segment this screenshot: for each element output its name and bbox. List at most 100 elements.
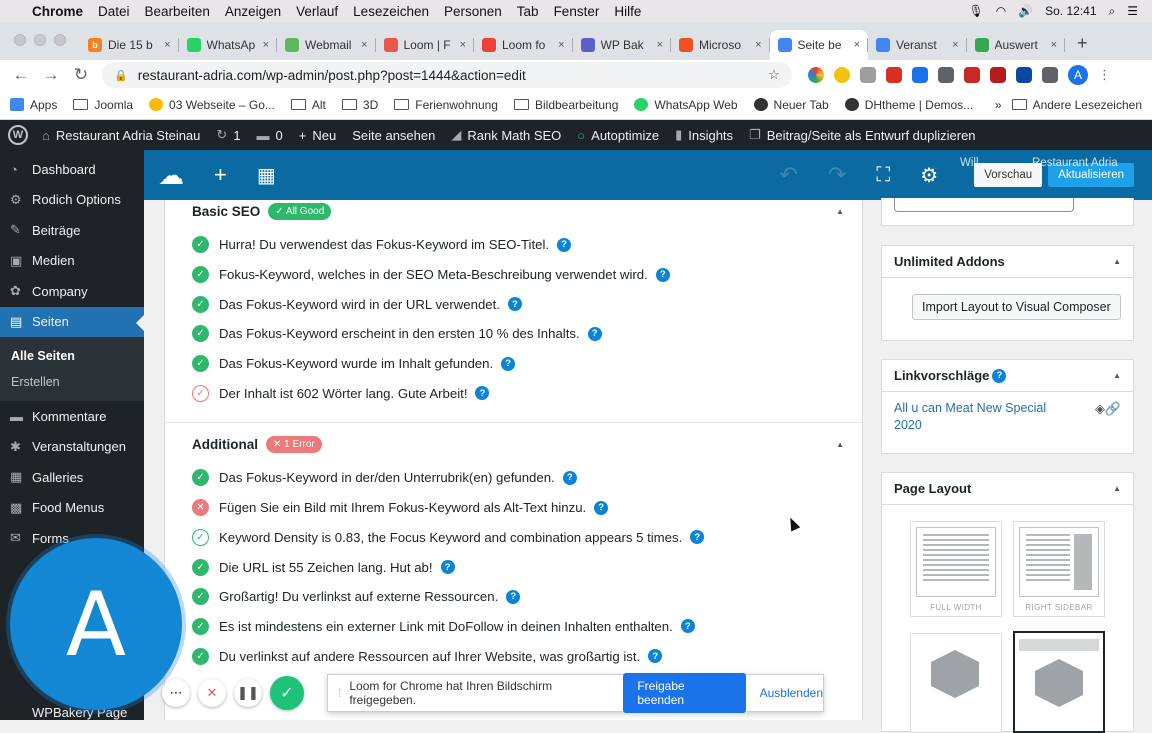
menu-list-icon[interactable]: ☰ — [1127, 4, 1138, 18]
tab-close-icon[interactable]: × — [657, 39, 663, 51]
sidebar-item-company[interactable]: ✿ Company — [0, 276, 144, 307]
stop-sharing-button[interactable]: Freigabe beenden — [623, 673, 746, 713]
adminbar-updates[interactable]: ↻ 1 — [216, 127, 240, 143]
collapse-caret-icon[interactable]: ▲ — [1113, 257, 1121, 266]
screen-extension-icon[interactable] — [912, 67, 928, 83]
help-icon[interactable]: ? — [594, 500, 609, 515]
record-extension-icon[interactable] — [964, 67, 980, 83]
sidebar-item-rodich-options[interactable]: ⚙ Rodich Options — [0, 185, 144, 216]
link-suggestion-item[interactable]: All u can Meat New Special 2020 — [894, 400, 1064, 434]
forward-button[interactable]: → — [36, 65, 66, 85]
help-icon[interactable]: ? — [507, 297, 522, 312]
color-extension-icon[interactable] — [808, 67, 824, 83]
tab-close-icon[interactable]: × — [854, 39, 860, 51]
sidebar-item-food-menus[interactable]: ▩ Food Menus — [0, 493, 144, 524]
adminbar-new[interactable]: + Neu — [299, 128, 336, 143]
browser-tab[interactable]: WP Bak × — [573, 30, 672, 60]
shield-extension-icon[interactable] — [860, 67, 876, 83]
other-bookmarks[interactable]: Andere Lesezeichen — [1011, 98, 1142, 112]
layout-right-sidebar[interactable]: RIGHT SIDEBAR — [1013, 521, 1105, 617]
collapse-caret-icon[interactable]: ▲ — [836, 440, 844, 449]
reload-button[interactable]: ↻ — [66, 65, 96, 85]
loom-more-icon[interactable]: ⋯ — [162, 679, 190, 707]
layout-option-3[interactable] — [910, 633, 1002, 733]
tab-close-icon[interactable]: × — [1051, 39, 1057, 51]
adminbar-insights[interactable]: ▮ Insights — [675, 127, 733, 143]
help-icon[interactable]: ? — [655, 267, 670, 282]
tab-close-icon[interactable]: × — [361, 39, 367, 51]
browser-tab[interactable]: Auswert × — [967, 30, 1066, 60]
browser-tab[interactable]: Loom fo × — [474, 30, 573, 60]
layout-full-width[interactable]: FULL WIDTH — [910, 521, 1002, 617]
browser-menu-icon[interactable]: ⋮ — [1098, 67, 1111, 83]
tab-close-icon[interactable]: × — [460, 39, 466, 51]
profile-avatar[interactable]: A — [1068, 65, 1088, 85]
section-basic-seo[interactable]: Basic SEO ✓ All Good ▲ — [165, 200, 862, 222]
collapse-caret-icon[interactable]: ▲ — [1113, 484, 1121, 493]
n-extension-icon[interactable] — [1016, 67, 1032, 83]
menu-5[interactable]: Personen — [444, 4, 502, 19]
menu-4[interactable]: Lesezeichen — [353, 4, 429, 19]
wifi-icon[interactable]: ◠ — [996, 4, 1006, 18]
browser-tab[interactable]: Seite be × — [769, 30, 868, 60]
loom-camera-bubble[interactable]: A — [10, 538, 182, 710]
adminbar-duplicate[interactable]: ❐ Beitrag/Seite als Entwurf duplizieren — [749, 127, 976, 143]
bookmark-item[interactable]: Joomla — [73, 98, 133, 112]
browser-tab[interactable]: Microso × — [671, 30, 770, 60]
zoom-window-button[interactable] — [54, 34, 66, 46]
sidebar-item-dashboard[interactable]: ◔ Dashboard — [0, 154, 144, 185]
bookmark-item[interactable]: Neuer Tab — [753, 98, 829, 112]
panel-header[interactable]: Linkvorschläge? ▲ — [882, 360, 1133, 392]
undo-icon[interactable]: ↶ — [779, 162, 797, 188]
help-icon[interactable]: ? — [506, 589, 521, 604]
adminbar-rankmath[interactable]: ◢ Rank Math SEO — [451, 127, 561, 143]
search-icon[interactable]: ⌕ — [1109, 4, 1116, 19]
back-button[interactable]: ← — [6, 65, 36, 85]
cloud-icon[interactable]: ☁ — [158, 160, 184, 191]
menu-6[interactable]: Tab — [517, 4, 539, 19]
close-window-button[interactable] — [14, 34, 26, 46]
menu-3[interactable]: Verlauf — [296, 4, 338, 19]
bookmark-item[interactable]: Ferienwohnung — [394, 98, 498, 112]
collapse-caret-icon[interactable]: ▲ — [1113, 371, 1121, 380]
puzzle-icon[interactable] — [1042, 67, 1058, 83]
bookmark-item[interactable]: 03 Webseite – Go... — [149, 98, 275, 112]
bookmark-item[interactable]: WhatsApp Web — [634, 98, 738, 112]
browser-tab[interactable]: Webmail × — [277, 30, 376, 60]
help-icon[interactable]: ? — [562, 470, 577, 485]
help-icon[interactable]: ? — [557, 237, 572, 252]
bookmark-item[interactable]: 3D — [341, 98, 378, 112]
import-layout-button[interactable]: Import Layout to Visual Composer — [912, 294, 1121, 320]
sidebar-item-beitr-ge[interactable]: ✎ Beiträge — [0, 215, 144, 246]
browser-tab[interactable]: b Die 15 b × — [80, 30, 179, 60]
layout-option-4[interactable] — [1013, 631, 1105, 733]
bookmark-item[interactable]: Bildbearbeitung — [513, 98, 618, 112]
collapse-caret-icon[interactable]: ▲ — [836, 207, 844, 216]
settings-gear-icon[interactable]: ⚙ — [920, 163, 938, 188]
volume-icon[interactable]: 🔊 — [1018, 4, 1033, 18]
tab-close-icon[interactable]: × — [755, 39, 761, 51]
browser-tab[interactable]: Loom | F × — [376, 30, 475, 60]
wordpress-logo-icon[interactable]: W — [8, 125, 28, 145]
new-tab-button[interactable]: + — [1065, 33, 1100, 60]
hide-button[interactable]: Ausblenden — [760, 686, 823, 700]
notes-extension-icon[interactable] — [990, 67, 1006, 83]
browser-tab[interactable]: WhatsAp × — [179, 30, 278, 60]
help-icon[interactable]: ? — [475, 386, 490, 401]
loom-pause-icon[interactable]: ❚❚ — [234, 679, 262, 707]
drag-handle-icon[interactable]: ⁞ — [338, 686, 341, 700]
submenu-all-pages[interactable]: Alle Seiten — [0, 343, 144, 369]
help-icon[interactable]: ? — [501, 356, 516, 371]
help-icon[interactable]: ? — [690, 530, 705, 545]
bookmark-item[interactable]: DHtheme | Demos... — [844, 98, 973, 112]
tab-close-icon[interactable]: × — [952, 39, 958, 51]
mic-icon[interactable]: 🎙 — [968, 4, 983, 18]
help-icon[interactable]: ? — [648, 649, 663, 664]
redo-icon[interactable]: ↷ — [828, 162, 846, 188]
select-box[interactable] — [894, 198, 1074, 212]
menu-app[interactable]: Chrome — [32, 4, 83, 19]
fullscreen-icon[interactable]: ⛶ — [876, 164, 890, 187]
adminbar-autoptimize[interactable]: ○ Autoptimize — [577, 128, 659, 143]
menu-0[interactable]: Datei — [98, 4, 130, 19]
menu-1[interactable]: Bearbeiten — [145, 4, 210, 19]
